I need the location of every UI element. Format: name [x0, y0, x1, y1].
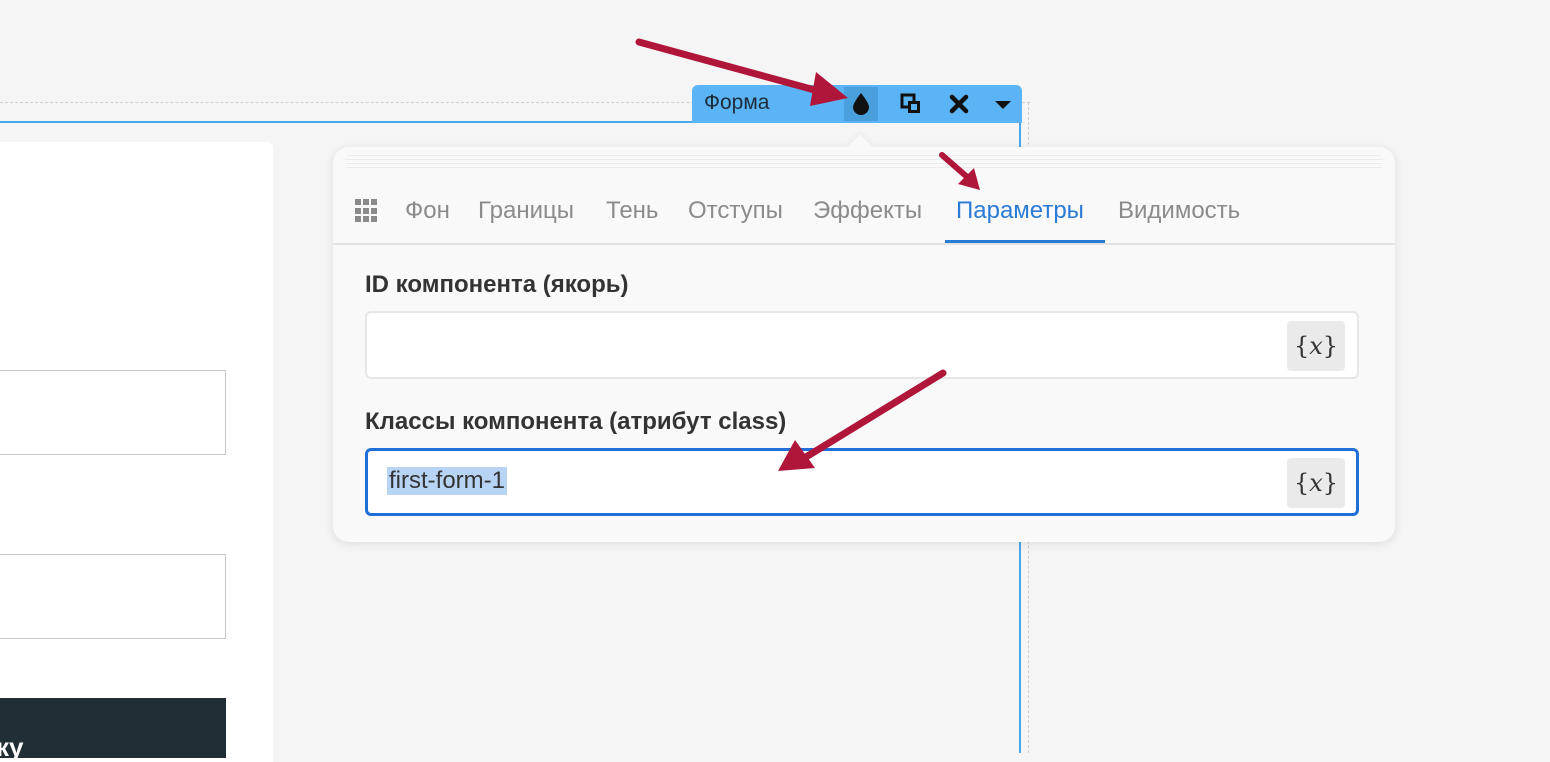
insert-variable-button-2[interactable]: {𝑥}	[1287, 458, 1345, 508]
tab-effects[interactable]: Эффекты	[813, 197, 922, 225]
grid-menu-icon[interactable]	[355, 199, 379, 223]
anchor-id-field[interactable]: {𝑥}	[365, 311, 1359, 379]
form-submit-button[interactable]: ку	[0, 698, 226, 758]
tab-background[interactable]: Фон	[405, 197, 450, 225]
settings-tabs: Фон Границы Тень Отступы Эффекты Парамет…	[333, 177, 1395, 245]
component-name-label: Форма	[704, 91, 770, 114]
tab-parameters[interactable]: Параметры	[956, 197, 1084, 225]
active-tab-indicator	[945, 240, 1105, 243]
insert-variable-button[interactable]: {𝑥}	[1287, 321, 1345, 371]
tab-borders[interactable]: Границы	[478, 197, 574, 225]
tab-padding[interactable]: Отступы	[688, 197, 783, 225]
color-drop-button[interactable]	[844, 87, 878, 121]
color-drop-icon	[853, 93, 869, 115]
css-class-value: first-form-1	[387, 467, 507, 495]
tab-shadow[interactable]: Тень	[606, 197, 658, 225]
tab-visibility[interactable]: Видимость	[1118, 197, 1240, 225]
form-preview-input-2[interactable]	[0, 554, 226, 639]
form-submit-label: ку	[0, 732, 24, 758]
close-icon	[949, 94, 969, 114]
anchor-id-label: ID компонента (якорь)	[365, 271, 629, 298]
form-preview-input-1[interactable]	[0, 370, 226, 455]
css-class-label: Классы компонента (атрибут class)	[365, 408, 787, 435]
css-class-field[interactable]: first-form-1 {𝑥}	[365, 448, 1359, 516]
duplicate-button[interactable]	[894, 87, 928, 121]
close-button[interactable]	[942, 87, 976, 121]
caret-down-icon	[995, 101, 1011, 109]
component-settings-panel: Фон Границы Тень Отступы Эффекты Парамет…	[333, 134, 1395, 542]
panel-drag-handle[interactable]	[345, 155, 1383, 169]
duplicate-icon	[900, 93, 920, 113]
more-options-button[interactable]	[986, 87, 1020, 121]
component-toolbar: Форма	[692, 85, 1022, 123]
